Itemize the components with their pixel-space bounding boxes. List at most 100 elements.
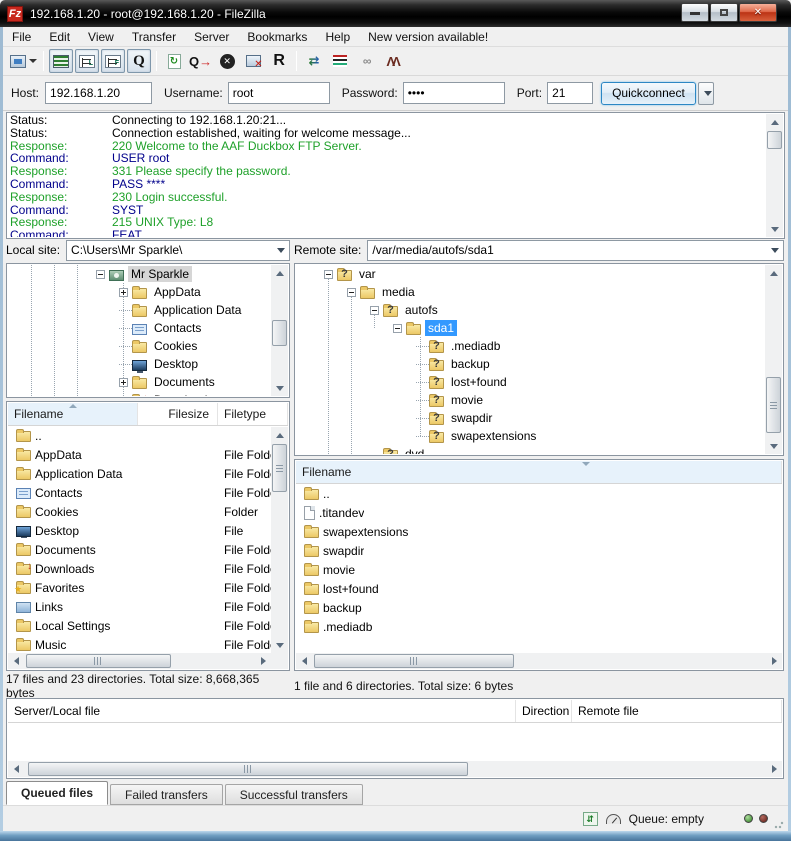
file-row[interactable]: lost+found xyxy=(296,579,782,598)
process-queue-button[interactable]: Q→ xyxy=(188,49,213,73)
tree-item[interactable]: backup xyxy=(296,355,765,373)
collapse-icon[interactable] xyxy=(347,288,356,297)
tree-item[interactable]: swapdir xyxy=(296,409,765,427)
scrollbar-thumb[interactable] xyxy=(26,654,171,668)
resize-grip[interactable] xyxy=(774,819,784,829)
log-scrollbar[interactable] xyxy=(766,114,783,237)
column-header-filename[interactable]: Filename xyxy=(8,403,138,425)
tree-item[interactable]: Contacts xyxy=(8,319,271,337)
username-input[interactable] xyxy=(228,82,330,104)
tree-item[interactable]: sda1 xyxy=(296,319,765,337)
tree-item[interactable]: lost+found xyxy=(296,373,765,391)
scroll-down-arrow[interactable] xyxy=(766,221,783,237)
collapse-icon[interactable] xyxy=(370,306,379,315)
tree-item[interactable]: Desktop xyxy=(8,355,271,373)
column-header-local-file[interactable]: Server/Local file xyxy=(8,700,516,722)
reconnect-button[interactable]: R xyxy=(267,49,291,73)
title-bar[interactable]: Fz 192.168.1.20 - root@192.168.1.20 - Fi… xyxy=(0,0,791,27)
tree-item[interactable]: autofs xyxy=(296,301,765,319)
local-tree[interactable]: Mr Sparkle AppData Application Data Cont… xyxy=(6,263,290,398)
tree-item[interactable]: dvd xyxy=(296,445,765,454)
scrollbar-thumb[interactable] xyxy=(28,762,468,776)
remote-file-list[interactable]: Filename .. .titandev swapextensions swa… xyxy=(294,459,784,671)
tree-item[interactable]: AppData xyxy=(8,283,271,301)
file-row[interactable]: .. xyxy=(8,426,271,445)
file-row[interactable]: ContactsFile Folder xyxy=(8,483,271,502)
remote-tree[interactable]: var media autofs sda1 xyxy=(294,263,784,456)
tree-item[interactable]: Mr Sparkle xyxy=(8,265,271,283)
column-header-direction[interactable]: Direction xyxy=(516,700,572,722)
file-row[interactable]: LinksFile Folder xyxy=(8,597,271,616)
transfer-queue[interactable]: Server/Local file Direction Remote file xyxy=(6,698,784,779)
local-file-list[interactable]: Filename Filesize Filetype .. AppDataFil… xyxy=(6,401,290,671)
tree-item[interactable]: movie xyxy=(296,391,765,409)
local-site-combo[interactable]: C:\Users\Mr Sparkle\ xyxy=(66,240,290,261)
tree-item[interactable]: swapextensions xyxy=(296,427,765,445)
remote-site-combo[interactable]: /var/media/autofs/sda1 xyxy=(367,240,784,261)
scroll-right-arrow[interactable] xyxy=(766,653,782,669)
file-row[interactable]: AppDataFile Folder xyxy=(8,445,271,464)
file-row[interactable]: Local SettingsFile Folder xyxy=(8,616,271,635)
transfer-type-icon[interactable]: ⇵ xyxy=(583,812,598,826)
collapse-icon[interactable] xyxy=(324,270,333,279)
scrollbar-thumb[interactable] xyxy=(766,377,781,433)
local-list-vscrollbar[interactable] xyxy=(271,427,288,669)
scrollbar-thumb[interactable] xyxy=(272,444,287,492)
scroll-up-arrow[interactable] xyxy=(271,427,288,443)
collapse-icon[interactable] xyxy=(393,324,402,333)
expand-icon[interactable] xyxy=(119,378,128,387)
scrollbar-thumb[interactable] xyxy=(272,320,287,346)
scroll-down-arrow[interactable] xyxy=(765,438,782,454)
file-row[interactable]: movie xyxy=(296,560,782,579)
file-row[interactable]: DesktopFile xyxy=(8,521,271,540)
scroll-right-arrow[interactable] xyxy=(766,761,782,777)
remote-list-hscrollbar[interactable] xyxy=(296,653,782,669)
directory-comparison-button[interactable]: ⇄ xyxy=(302,49,326,73)
menu-file[interactable]: File xyxy=(3,27,40,47)
scrollbar-thumb[interactable] xyxy=(314,654,514,668)
scroll-up-arrow[interactable] xyxy=(766,114,783,130)
expand-icon[interactable] xyxy=(119,396,128,397)
tree-item[interactable]: Downloads xyxy=(8,391,271,396)
scroll-down-arrow[interactable] xyxy=(271,380,288,396)
queue-hscrollbar[interactable] xyxy=(8,761,782,777)
file-row[interactable]: swapextensions xyxy=(296,522,782,541)
column-header-filesize[interactable]: Filesize xyxy=(138,403,218,425)
local-tree-scrollbar[interactable] xyxy=(271,265,288,396)
refresh-button[interactable]: ↻ xyxy=(162,49,186,73)
tree-item[interactable]: Application Data xyxy=(8,301,271,319)
tab-queued-files[interactable]: Queued files xyxy=(6,781,108,805)
scroll-up-arrow[interactable] xyxy=(765,265,782,281)
menu-edit[interactable]: Edit xyxy=(40,27,79,47)
scroll-left-arrow[interactable] xyxy=(8,761,24,777)
scroll-down-arrow[interactable] xyxy=(271,637,288,653)
tree-item[interactable]: .mediadb xyxy=(296,337,765,355)
scroll-left-arrow[interactable] xyxy=(296,653,312,669)
quickconnect-dropdown[interactable] xyxy=(698,82,714,105)
quickconnect-button[interactable]: Quickconnect xyxy=(601,82,696,105)
column-header-filetype[interactable]: Filetype xyxy=(218,403,288,425)
menu-bookmarks[interactable]: Bookmarks xyxy=(238,27,316,47)
synchronized-browsing-button[interactable]: ∞ xyxy=(354,49,378,73)
scroll-right-arrow[interactable] xyxy=(255,653,271,669)
menu-new-version[interactable]: New version available! xyxy=(359,27,497,47)
menu-view[interactable]: View xyxy=(79,27,123,47)
toggle-remote-tree-button[interactable]: F xyxy=(101,49,125,73)
directory-listing-button[interactable] xyxy=(328,49,352,73)
tree-item[interactable]: Cookies xyxy=(8,337,271,355)
minimize-button[interactable]: ▬ xyxy=(681,3,709,22)
column-header-remote-file[interactable]: Remote file xyxy=(572,700,782,722)
column-header-filename[interactable]: Filename xyxy=(296,461,782,483)
menu-help[interactable]: Help xyxy=(316,27,359,47)
menu-server[interactable]: Server xyxy=(185,27,238,47)
toggle-message-log-button[interactable] xyxy=(49,49,73,73)
file-row[interactable]: MusicFile Folder xyxy=(8,635,271,653)
file-row[interactable]: FavoritesFile Folder xyxy=(8,578,271,597)
local-list-hscrollbar[interactable] xyxy=(8,653,271,669)
tree-item[interactable]: Documents xyxy=(8,373,271,391)
message-log[interactable]: Status:Connecting to 192.168.1.20:21... … xyxy=(6,112,785,239)
file-row[interactable]: Application DataFile Folder xyxy=(8,464,271,483)
file-row[interactable]: .titandev xyxy=(296,503,782,522)
tree-item[interactable]: var xyxy=(296,265,765,283)
tab-successful-transfers[interactable]: Successful transfers xyxy=(225,784,363,805)
